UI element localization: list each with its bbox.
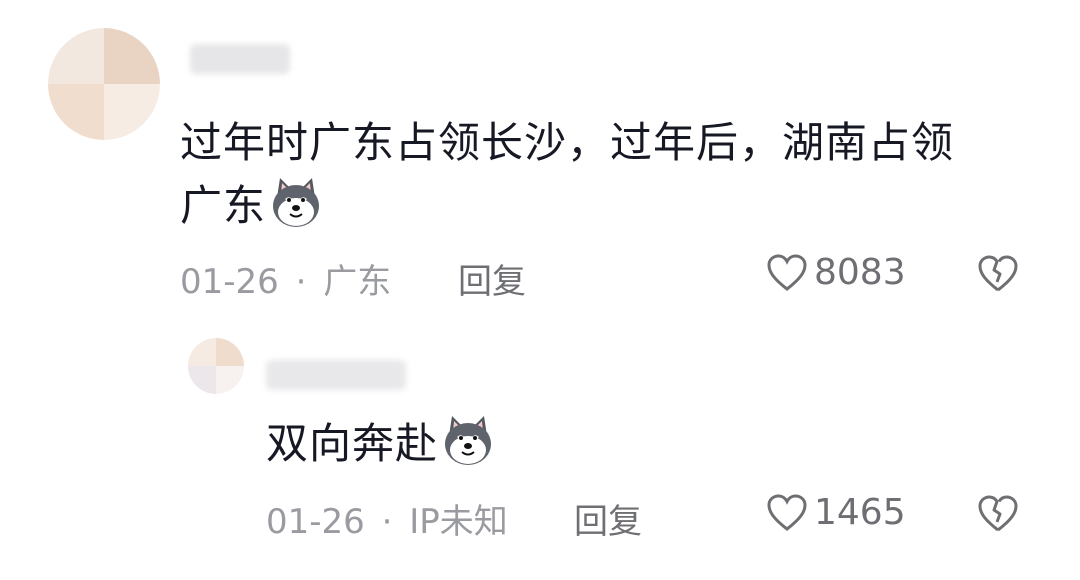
reply-comment-item: 双向奔赴 01-26 · IP未知 回复 1465: [0, 320, 1080, 580]
heart-icon: [767, 253, 807, 291]
comment-meta: 01-26 · IP未知: [266, 494, 508, 543]
avatar[interactable]: [188, 338, 244, 394]
husky-dog-emoji-icon: [440, 412, 496, 485]
meta-separator: ·: [381, 502, 393, 542]
reply-text: 双向奔赴: [266, 412, 496, 485]
comment-date: 01-26: [180, 262, 279, 302]
broken-heart-icon: [978, 495, 1018, 532]
comment-item: 过年时广东占领长沙，过年后，湖南占领 广东 01-26 · 广东 回复 8083: [0, 0, 1080, 320]
dislike-button[interactable]: [976, 494, 1020, 538]
heart-icon: [767, 493, 807, 531]
avatar[interactable]: [48, 28, 160, 140]
like-count: 1465: [814, 492, 906, 533]
comment-text: 过年时广东占领长沙，过年后，湖南占领 广东: [180, 112, 1020, 247]
comment-location: IP未知: [409, 502, 508, 542]
meta-separator: ·: [295, 262, 307, 302]
comment-location: 广东: [323, 262, 392, 302]
comment-meta: 01-26 · 广东: [180, 254, 391, 303]
comment-date: 01-26: [266, 502, 365, 542]
husky-dog-emoji-icon: [268, 174, 324, 247]
comment-text-line: 广东: [180, 174, 1020, 247]
username-blurred[interactable]: [190, 44, 290, 74]
like-button[interactable]: 8083: [766, 252, 906, 293]
reply-text-content: 双向奔赴: [266, 419, 439, 468]
dislike-button[interactable]: [976, 254, 1020, 298]
username-blurred[interactable]: [266, 360, 406, 390]
like-button[interactable]: 1465: [766, 492, 906, 533]
like-count: 8083: [814, 252, 906, 293]
comment-text-segment: 广东: [180, 181, 267, 230]
broken-heart-icon: [978, 255, 1018, 292]
reply-button[interactable]: 回复: [574, 494, 642, 543]
comment-text-line: 过年时广东占领长沙，过年后，湖南占领: [180, 118, 955, 167]
reply-button[interactable]: 回复: [458, 254, 526, 303]
